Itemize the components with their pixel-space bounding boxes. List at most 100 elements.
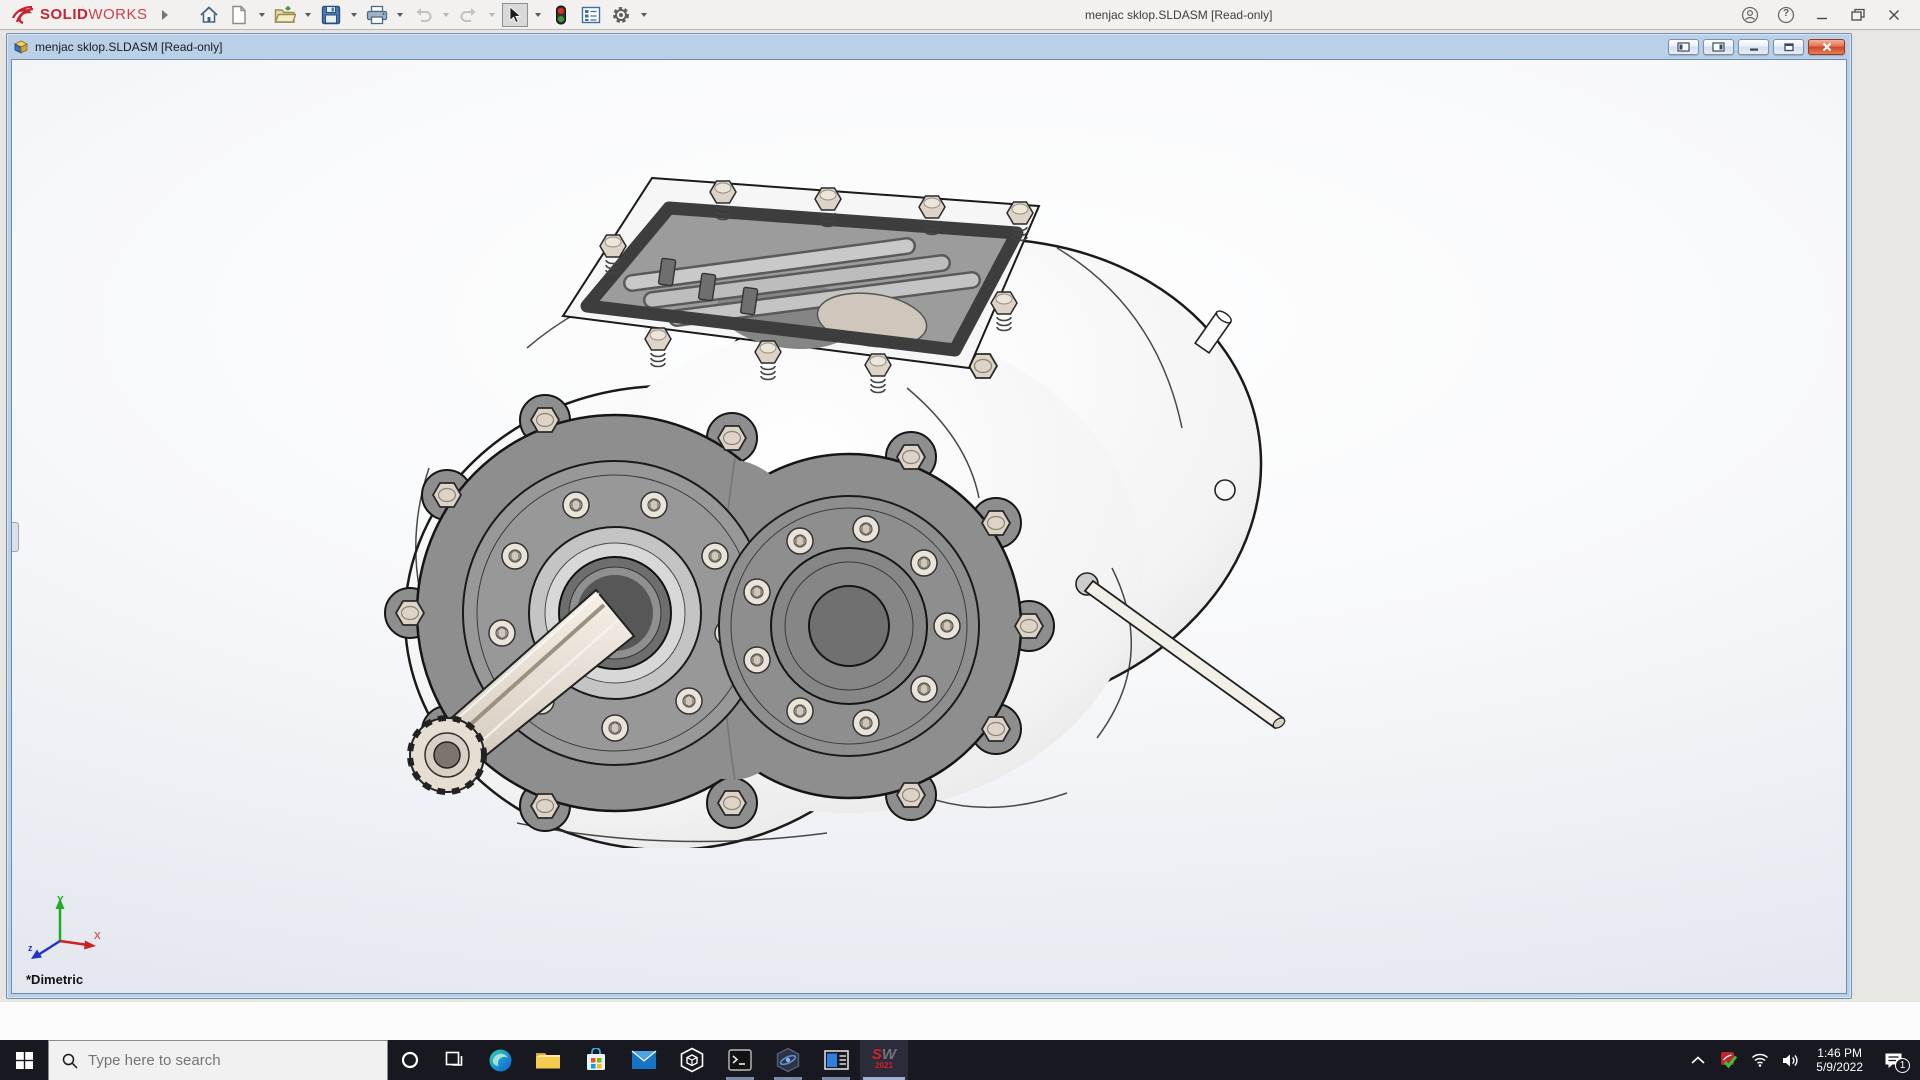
help-button[interactable]: ?: [1768, 0, 1804, 30]
mail-icon: [631, 1050, 657, 1070]
view-orientation-label: *Dimetric: [26, 972, 83, 987]
taskbar-app-microsoft-store[interactable]: [572, 1040, 620, 1080]
minimize-button[interactable]: [1804, 0, 1840, 30]
doc-minimize-icon: [1748, 42, 1760, 52]
tray-solidworks-status[interactable]: [1717, 1040, 1741, 1080]
taskbar-app-3d-viewer[interactable]: [668, 1040, 716, 1080]
taskbar-app-file-explorer[interactable]: [524, 1040, 572, 1080]
taskbar-app-window[interactable]: [812, 1040, 860, 1080]
print-caret[interactable]: [394, 3, 406, 27]
wifi-icon: [1751, 1053, 1769, 1067]
select-tool-caret[interactable]: [532, 3, 544, 27]
menu-expand-arrow-icon[interactable]: [162, 10, 168, 20]
restore-button[interactable]: [1840, 0, 1876, 30]
minimize-icon: [1815, 8, 1829, 22]
doc-restore-button[interactable]: [1773, 39, 1804, 55]
triad-x-label: X: [94, 931, 101, 942]
close-icon: [1887, 8, 1901, 22]
windows-start-icon: [16, 1052, 33, 1069]
file-explorer-icon: [535, 1049, 561, 1071]
account-icon: [1741, 6, 1759, 24]
save-icon: [321, 5, 341, 25]
graphics-viewport[interactable]: Y X z *Dimetric: [11, 59, 1847, 994]
task-view-icon: [445, 1051, 463, 1069]
doc-close-button[interactable]: [1808, 39, 1845, 55]
tray-expand-button[interactable]: [1686, 1040, 1710, 1080]
tray-volume[interactable]: [1779, 1040, 1803, 1080]
new-document-button[interactable]: [226, 3, 252, 27]
dock-pane-left-button[interactable]: [1668, 39, 1699, 55]
document-titlebar[interactable]: menjac sklop.SLDASM [Read-only]: [11, 34, 1847, 59]
home-icon: [199, 5, 219, 25]
redo-button[interactable]: [456, 3, 482, 27]
3d-model-gearbox[interactable]: [367, 138, 1317, 848]
options-caret[interactable]: [638, 3, 650, 27]
search-input[interactable]: [88, 1052, 338, 1069]
open-button[interactable]: [272, 3, 298, 27]
select-tool-button[interactable]: [502, 3, 528, 27]
taskbar-app-command-prompt[interactable]: [716, 1040, 764, 1080]
options-gear-icon: [611, 5, 631, 25]
file-properties-button[interactable]: [578, 3, 604, 27]
new-document-caret[interactable]: [256, 3, 268, 27]
dock-pane-right-icon: [1712, 42, 1725, 52]
start-button[interactable]: [0, 1040, 48, 1080]
triad-z-label: z: [28, 943, 33, 953]
solidworks-2021-icon: SW 2021: [872, 1049, 896, 1071]
undo-icon: [413, 6, 433, 24]
taskbar-app-mail[interactable]: [620, 1040, 668, 1080]
doc-close-icon: [1821, 42, 1833, 52]
dock-pane-right-button[interactable]: [1703, 39, 1734, 55]
doc-restore-icon: [1783, 42, 1795, 52]
window-controls: ?: [1732, 0, 1912, 30]
open-icon: [274, 5, 296, 25]
save-button[interactable]: [318, 3, 344, 27]
document-title: menjac sklop.SLDASM [Read-only]: [35, 40, 222, 54]
action-center-button[interactable]: 1: [1876, 1040, 1910, 1080]
save-caret[interactable]: [348, 3, 360, 27]
print-icon: [366, 5, 388, 25]
chevron-up-icon: [1691, 1056, 1705, 1064]
redo-icon: [459, 6, 479, 24]
account-button[interactable]: [1732, 0, 1768, 30]
file-properties-icon: [581, 6, 601, 24]
system-tray: 1:46 PM 5/9/2022 1: [1686, 1040, 1920, 1080]
edrawings-icon: [775, 1047, 801, 1073]
task-view-button[interactable]: [432, 1040, 476, 1080]
taskbar-clock[interactable]: 1:46 PM 5/9/2022: [1810, 1046, 1869, 1074]
search-icon: [62, 1053, 78, 1069]
undo-button[interactable]: [410, 3, 436, 27]
solidworks-logo-text: SOLIDWORKS: [40, 6, 148, 23]
triad-y-label: Y: [57, 895, 64, 906]
rebuild-button[interactable]: [548, 3, 574, 27]
cortana-button[interactable]: [388, 1040, 432, 1080]
open-caret[interactable]: [302, 3, 314, 27]
dock-pane-left-icon: [1677, 42, 1690, 52]
app-window-icon: [824, 1050, 849, 1070]
tray-wifi[interactable]: [1748, 1040, 1772, 1080]
taskbar-app-solidworks[interactable]: SW 2021: [860, 1040, 908, 1080]
taskbar-app-edrawings[interactable]: [764, 1040, 812, 1080]
workspace: menjac sklop.SLDASM [Read-only]: [0, 30, 1920, 1040]
solidworks-status-icon: [1720, 1051, 1738, 1069]
redo-caret[interactable]: [486, 3, 498, 27]
solidworks-logo-icon: [10, 5, 36, 25]
reference-triad[interactable]: Y X z: [26, 893, 104, 967]
close-button[interactable]: [1876, 0, 1912, 30]
command-prompt-icon: [728, 1049, 752, 1071]
print-button[interactable]: [364, 3, 390, 27]
clock-time: 1:46 PM: [1816, 1046, 1863, 1060]
options-button[interactable]: [608, 3, 634, 27]
select-arrow-icon: [507, 6, 523, 24]
undo-caret[interactable]: [440, 3, 452, 27]
logo-light: WORKS: [88, 6, 147, 23]
rebuild-traffic-light-icon: [555, 5, 567, 25]
taskbar-search[interactable]: [48, 1040, 388, 1080]
help-glyph: ?: [1783, 8, 1789, 19]
restore-icon: [1850, 7, 1866, 23]
feature-tree-splitter-tab[interactable]: [12, 522, 19, 552]
home-button[interactable]: [196, 3, 222, 27]
app-titlebar: SOLIDWORKS: [0, 0, 1920, 30]
doc-minimize-button[interactable]: [1738, 39, 1769, 55]
taskbar-app-edge[interactable]: [476, 1040, 524, 1080]
